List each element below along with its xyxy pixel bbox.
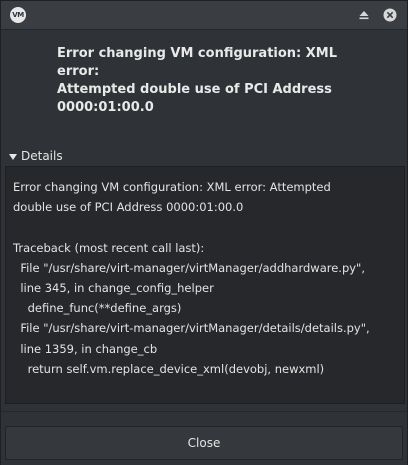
details-text-view[interactable]: Error changing VM configuration: XML err… (5, 166, 405, 404)
details-label: Details (21, 149, 63, 163)
virt-manager-icon: VM (10, 7, 26, 23)
minimize-icon (359, 11, 369, 20)
title-bar[interactable]: VM (1, 1, 407, 30)
expander-arrow-down-icon (9, 153, 17, 160)
button-area: Close (1, 411, 407, 465)
close-window-button[interactable] (382, 7, 398, 23)
details-expander[interactable]: Details (9, 148, 63, 164)
error-dialog: VM Error changing VM configuration: XML … (0, 0, 408, 465)
error-message: Error changing VM configuration: XML err… (57, 46, 338, 115)
close-button[interactable]: Close (5, 426, 403, 460)
minimize-button[interactable] (356, 7, 372, 23)
close-icon (383, 8, 397, 22)
traceback-text: Error changing VM configuration: XML err… (13, 180, 398, 403)
